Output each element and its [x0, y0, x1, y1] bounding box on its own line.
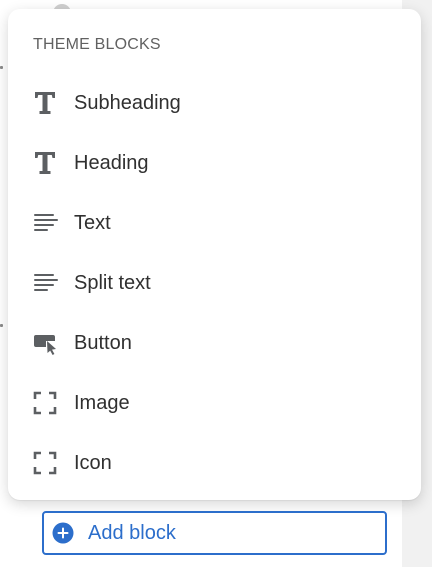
plus-circle-icon — [52, 522, 74, 544]
text-t-icon — [35, 92, 55, 114]
block-option-icon[interactable]: Icon — [16, 439, 413, 487]
background-marker — [0, 66, 3, 69]
block-option-button[interactable]: Button — [16, 319, 413, 367]
block-option-label: Image — [74, 392, 130, 414]
add-block-label: Add block — [88, 522, 176, 544]
background-marker — [0, 324, 3, 327]
text-t-icon — [35, 152, 55, 174]
block-option-label: Split text — [74, 272, 151, 294]
theme-blocks-popover: THEME BLOCKS Subheading Heading Text Spl… — [8, 9, 421, 500]
block-option-label: Icon — [74, 452, 112, 474]
block-option-label: Text — [74, 212, 111, 234]
block-option-image[interactable]: Image — [16, 379, 413, 427]
text-align-left-icon — [34, 274, 58, 291]
add-block-button[interactable]: Add block — [42, 511, 387, 555]
block-option-label: Heading — [74, 152, 149, 174]
block-option-text[interactable]: Text — [16, 199, 413, 247]
block-option-label: Subheading — [74, 92, 181, 114]
block-option-heading[interactable]: Heading — [16, 139, 413, 187]
image-frame-icon — [33, 391, 57, 415]
block-option-subheading[interactable]: Subheading — [16, 79, 413, 127]
button-press-icon — [34, 335, 56, 355]
block-option-label: Button — [74, 332, 132, 354]
block-option-split-text[interactable]: Split text — [16, 259, 413, 307]
popover-heading: THEME BLOCKS — [33, 36, 161, 53]
image-frame-icon — [33, 451, 57, 475]
text-align-left-icon — [34, 214, 58, 231]
